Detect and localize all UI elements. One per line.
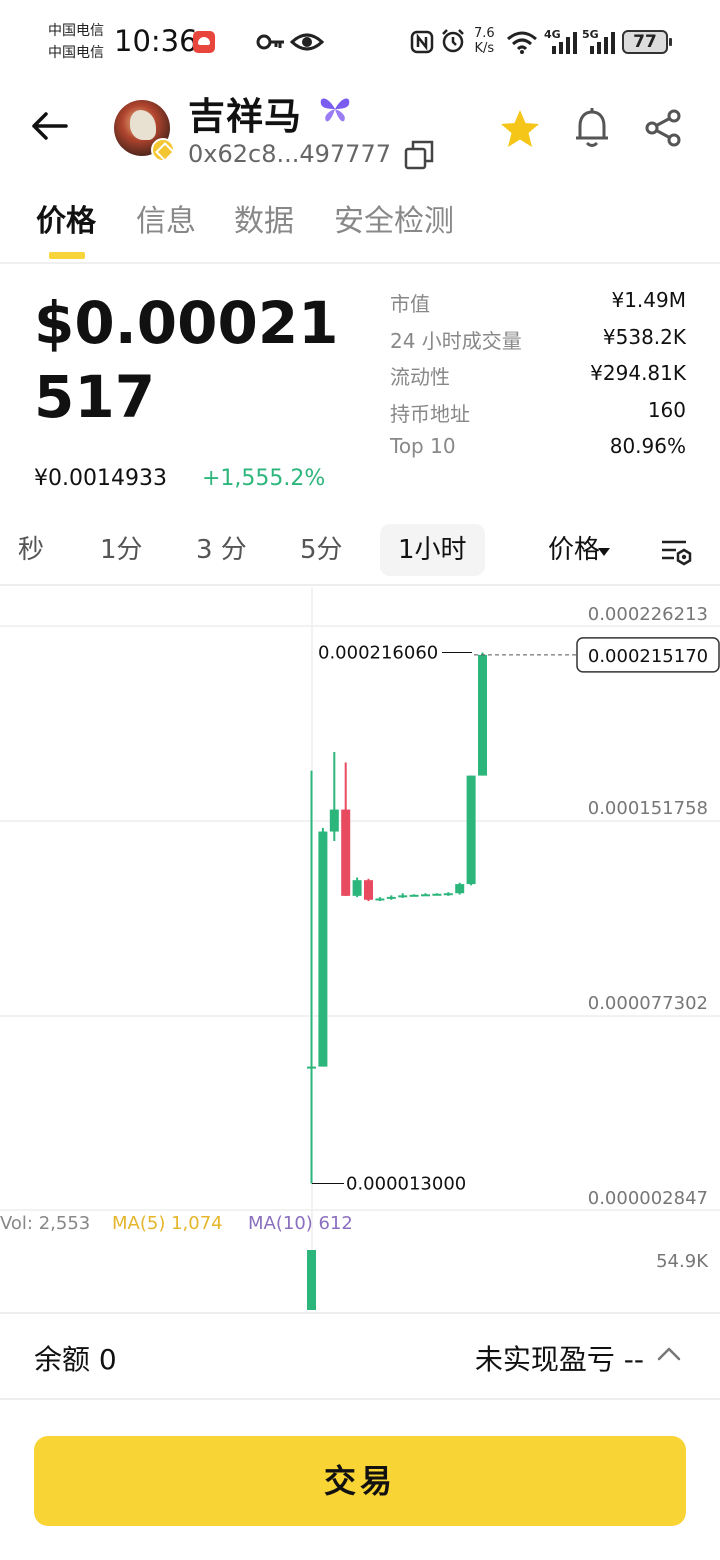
- stat-value: ¥1.49M: [611, 288, 686, 312]
- stat-value: ¥294.81K: [590, 361, 686, 385]
- stat-label: Top 10: [390, 434, 456, 458]
- candle-body: [329, 809, 339, 832]
- key-icon: [256, 34, 284, 50]
- copy-icon[interactable]: [404, 140, 434, 170]
- y-axis-label: 0.000002847: [588, 1188, 708, 1209]
- candle-body: [421, 894, 430, 897]
- chain-badge-icon: [151, 138, 175, 162]
- nfc-icon: [410, 30, 434, 54]
- token-name: 吉祥马: [188, 95, 302, 138]
- candle-body: [398, 895, 408, 898]
- contract-address: 0x62c8...497777: [188, 140, 391, 168]
- ma10-label: MA(10) 612: [248, 1213, 353, 1234]
- stat-row-top10: Top 10 80.96%: [390, 434, 686, 471]
- tab-security-check[interactable]: 安全检测: [334, 196, 454, 240]
- interval-3m[interactable]: 3 分: [196, 524, 247, 576]
- price-chart[interactable]: 0.000226213 0.000151758 0.000077302 0.00…: [0, 588, 720, 1310]
- stat-row-liquidity: 流动性 ¥294.81K: [390, 361, 686, 398]
- bell-icon[interactable]: [572, 106, 612, 150]
- app-notification-icon: [193, 31, 215, 53]
- eye-icon: [290, 33, 324, 51]
- signal-icon-2: [590, 32, 615, 54]
- interval-5m[interactable]: 5分: [300, 524, 343, 576]
- stat-value: ¥538.2K: [602, 324, 686, 349]
- candlestick-chart[interactable]: 0.000226213 0.000151758 0.000077302 0.00…: [0, 588, 720, 1310]
- high-price-label: 0.000216060: [318, 643, 438, 664]
- candle-body: [466, 775, 476, 885]
- current-price-label: 0.000215170: [588, 646, 708, 667]
- wifi-icon: [507, 31, 537, 54]
- current-price-usd: $0.00021517: [34, 289, 339, 431]
- indicator-settings-icon[interactable]: [660, 538, 694, 566]
- caret-down-icon[interactable]: [598, 548, 610, 556]
- status-bar: 中国电信 中国电信 10:36 7.6 K/s 4G 5G 77: [0, 0, 720, 84]
- chevron-up-icon[interactable]: [656, 1346, 682, 1362]
- candle-body: [386, 896, 396, 899]
- low-price-label: 0.000013000: [346, 1173, 466, 1194]
- butterfly-icon: [320, 98, 350, 122]
- candles-group: [307, 652, 487, 1184]
- back-arrow-icon[interactable]: [28, 104, 72, 148]
- stat-label: 市值: [390, 292, 430, 316]
- interval-1m[interactable]: 1分: [100, 524, 143, 576]
- market-stats: 市值 ¥1.49M 24 小时成交量 ¥538.2K 流动性 ¥294.81K …: [390, 288, 686, 471]
- volume-label: Vol: 2,553: [0, 1213, 90, 1234]
- y-axis-label: 0.000077302: [588, 993, 708, 1014]
- share-icon[interactable]: [644, 108, 684, 148]
- candle-body: [341, 809, 351, 896]
- stat-row-holders: 持币地址 160: [390, 398, 686, 435]
- tab-price[interactable]: 价格: [36, 196, 96, 240]
- signal-icon-1: [552, 32, 577, 54]
- balance-bar[interactable]: 余额 0 未实现盈亏 --: [0, 1312, 720, 1400]
- metric-select[interactable]: 价格: [548, 524, 600, 576]
- alarm-icon: [442, 29, 464, 53]
- current-price-cny: ¥0.0014933: [34, 466, 167, 491]
- candle-body: [443, 893, 453, 896]
- interval-1h[interactable]: 1小时: [380, 524, 485, 576]
- tab-data[interactable]: 数据: [234, 196, 294, 240]
- carrier-text: 中国电信 中国电信: [48, 20, 104, 64]
- battery-indicator: 77: [622, 30, 672, 54]
- candle-body: [432, 893, 442, 896]
- candle-body: [318, 831, 328, 1067]
- detail-tabs: 价格 信息 数据 安全检测: [0, 182, 720, 264]
- volume-bar: [307, 1250, 316, 1310]
- trade-button[interactable]: 交易: [34, 1436, 686, 1526]
- tab-info[interactable]: 信息: [136, 196, 196, 240]
- volume-max-label: 54.9K: [656, 1251, 709, 1272]
- interval-second[interactable]: 秒: [14, 524, 44, 576]
- carrier-2: 中国电信: [48, 45, 104, 61]
- candle-body: [307, 1066, 316, 1069]
- candle-body: [364, 880, 373, 900]
- balance-text: 余额 0: [34, 1343, 117, 1376]
- stat-value: 80.96%: [609, 434, 686, 458]
- favorite-star-icon[interactable]: [498, 108, 542, 150]
- unrealized-pnl: 未实现盈亏 --: [474, 1343, 644, 1376]
- candle-body: [455, 884, 465, 894]
- active-tab-indicator: [49, 252, 85, 259]
- carrier-1: 中国电信: [48, 23, 104, 39]
- stat-value: 160: [647, 397, 686, 422]
- y-axis-label: 0.000151758: [588, 798, 708, 819]
- network-speed: 7.6 K/s: [474, 26, 495, 56]
- stat-label: 流动性: [390, 365, 450, 389]
- stat-row-24h-volume: 24 小时成交量 ¥538.2K: [390, 325, 686, 362]
- token-header: 吉祥马 0x62c8...497777: [0, 84, 720, 182]
- price-change-percent: +1,555.2%: [202, 466, 326, 491]
- stat-label: 24 小时成交量: [390, 328, 522, 353]
- stat-label: 持币地址: [390, 401, 470, 426]
- candle-body: [375, 898, 385, 901]
- y-axis-label: 0.000226213: [588, 604, 708, 625]
- ma5-label: MA(5) 1,074: [112, 1213, 223, 1234]
- interval-selector: 秒 1分 3 分 5分 1小时 价格: [0, 512, 720, 586]
- status-time: 10:36: [114, 24, 198, 58]
- candle-body: [352, 880, 362, 896]
- candle-body: [478, 654, 487, 776]
- candle-body: [409, 894, 419, 897]
- stat-row-market-cap: 市值 ¥1.49M: [390, 288, 686, 325]
